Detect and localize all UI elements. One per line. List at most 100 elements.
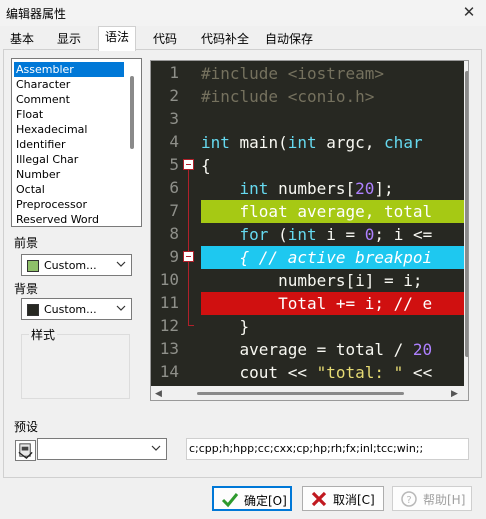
code-line: { // active breakpoi xyxy=(201,246,433,269)
code-token: argc, xyxy=(316,133,385,152)
svg-text:?: ? xyxy=(406,495,411,506)
list-item[interactable]: Assembler xyxy=(14,62,124,77)
checkmark-icon xyxy=(221,493,239,508)
code-token: #include <conio.h> xyxy=(201,87,375,106)
help-button[interactable]: ? 帮助[H] xyxy=(392,486,472,511)
fold-guide xyxy=(188,166,189,326)
code-preview: 1 2 3 4 5 6 7 8 9 10 11 12 13 14 #include <iostream> #… xyxy=(150,60,469,401)
code-line: { xyxy=(201,154,211,177)
load-preset-button[interactable] xyxy=(15,440,36,461)
file-extensions-field[interactable]: c;cpp;h;hpp;cc;cxx;cp;hp;rh;fx;inl;tcc;w… xyxy=(186,438,469,460)
syntax-element-list[interactable]: Assembler Character Comment Float Hexade… xyxy=(11,58,142,227)
code-token: { // active breakpoi xyxy=(201,248,433,267)
tab-syntax[interactable]: 语法 xyxy=(98,26,137,51)
preset-label: 预设 xyxy=(14,420,39,434)
code-token: main( xyxy=(229,133,288,152)
background-label: 背景 xyxy=(14,282,39,296)
line-number-gutter: 1 2 3 4 5 6 7 8 9 10 11 12 13 14 xyxy=(151,61,201,386)
code-token: #include <iostream> xyxy=(201,64,385,83)
line-number: 9 xyxy=(169,247,179,266)
cancel-button[interactable]: 取消[C] xyxy=(302,486,384,511)
code-token: int xyxy=(201,133,230,152)
list-item[interactable]: Octal xyxy=(14,182,124,197)
title-bar: 编辑器属性 ✕ xyxy=(0,0,486,26)
scroll-left-icon[interactable]: ◀ xyxy=(155,389,162,399)
code-line: #include <iostream> xyxy=(201,62,384,85)
tab-autosave[interactable]: 自动保存 xyxy=(258,28,320,50)
list-item[interactable]: Number xyxy=(14,167,124,182)
code-token: { xyxy=(201,156,211,175)
preset-select[interactable] xyxy=(37,438,167,460)
line-number: 2 xyxy=(169,86,179,105)
code-token: char xyxy=(384,133,423,152)
tab-code-completion[interactable]: 代码补全 xyxy=(194,28,256,50)
scroll-thumb[interactable] xyxy=(197,392,404,395)
foreground-color-select[interactable]: Custom... xyxy=(21,254,132,276)
list-item[interactable]: Float xyxy=(14,107,124,122)
code-line: int numbers[20]; xyxy=(201,177,394,200)
line-number: 11 xyxy=(159,293,179,312)
tab-bar: 基本 显示 语法 代码 代码补全 自动保存 xyxy=(0,26,486,51)
code-token: "total: " xyxy=(316,363,404,382)
background-swatch xyxy=(27,304,39,316)
code-token: 20 xyxy=(412,340,433,359)
code-token: 20 xyxy=(355,179,375,198)
list-scrollbar[interactable] xyxy=(130,76,134,149)
editor-vertical-scrollbar[interactable] xyxy=(464,61,468,386)
line-number: 6 xyxy=(169,178,179,197)
code-token: Total += i; // e xyxy=(201,294,433,313)
code-line: for (int i = 0; i <= xyxy=(201,223,433,246)
scroll-thumb[interactable] xyxy=(465,71,468,357)
line-number: 1 xyxy=(169,63,179,82)
foreground-label: 前景 xyxy=(14,236,39,250)
close-icon[interactable]: ✕ xyxy=(460,3,478,21)
style-group xyxy=(21,334,130,399)
line-number: 13 xyxy=(159,339,179,358)
code-token: int xyxy=(239,179,269,198)
line-number: 3 xyxy=(169,109,179,128)
editor-horizontal-scrollbar[interactable]: ◀ ▶ xyxy=(151,386,468,400)
list-item[interactable]: Identifier xyxy=(14,137,124,152)
line-number: 5 xyxy=(169,155,179,174)
code-line: Total += i; // e xyxy=(201,292,432,315)
fold-collapse-icon[interactable] xyxy=(183,159,194,170)
list-item[interactable]: Comment xyxy=(14,92,124,107)
help-button-label: 帮助[H] xyxy=(423,493,466,507)
code-token: 0 xyxy=(364,225,375,244)
code-token: ]; xyxy=(374,179,394,198)
list-item[interactable]: Preprocessor xyxy=(14,197,124,212)
code-token: cout << xyxy=(201,363,317,382)
preset-file-icon xyxy=(18,443,33,459)
help-icon: ? xyxy=(401,491,417,507)
code-line: int main(int argc, char xyxy=(201,131,423,154)
line-number: 7 xyxy=(169,201,179,220)
code-line: float average, total xyxy=(201,200,433,223)
list-item[interactable]: Hexadecimal xyxy=(14,122,124,137)
scroll-right-icon[interactable]: ▶ xyxy=(451,389,458,399)
tab-display[interactable]: 显示 xyxy=(50,28,88,50)
cancel-button-label: 取消[C] xyxy=(333,493,375,507)
code-line: cout << "total: " << xyxy=(201,361,433,384)
list-item[interactable]: Character xyxy=(14,77,124,92)
code-token: ; i <= xyxy=(374,225,433,244)
tab-code[interactable]: 代码 xyxy=(146,28,184,50)
code-token: for xyxy=(239,225,269,244)
code-token: ( xyxy=(268,225,288,244)
code-token: numbers[i] = i; xyxy=(201,271,423,290)
ok-button[interactable]: 确定[O] xyxy=(212,486,292,511)
background-color-select[interactable]: Custom... xyxy=(21,298,132,320)
fold-end-tick xyxy=(188,325,194,326)
code-token: int xyxy=(287,225,317,244)
list-item[interactable]: Illegal Char xyxy=(14,152,124,167)
tab-basic[interactable]: 基本 xyxy=(3,28,41,50)
foreground-swatch xyxy=(27,260,39,272)
fold-collapse-icon[interactable] xyxy=(183,251,194,262)
code-token: int xyxy=(287,133,317,152)
code-line: average = total / 20 xyxy=(201,338,433,361)
line-number: 8 xyxy=(169,224,179,243)
list-item[interactable]: Reserved Word xyxy=(14,212,124,226)
chevron-down-icon xyxy=(151,445,161,451)
chevron-down-icon xyxy=(116,305,126,311)
